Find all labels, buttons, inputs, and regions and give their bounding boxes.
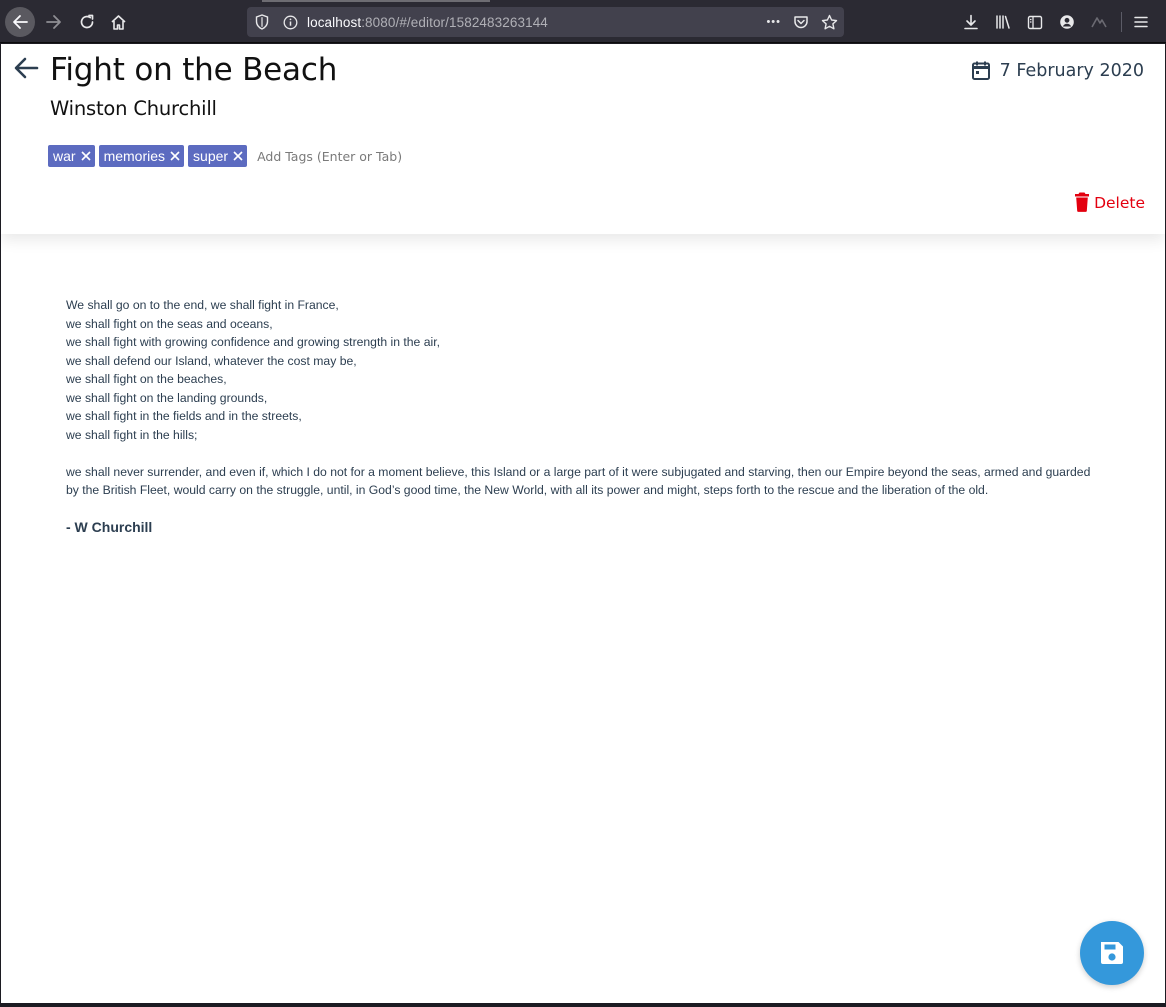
- tag-chip: super: [188, 145, 248, 167]
- verse-line: we shall fight on the seas and oceans,: [66, 316, 273, 331]
- url-bar[interactable]: localhost:8080/#/editor/1582483263144 ••…: [247, 7, 844, 37]
- window-frame-bottom: [0, 1003, 1166, 1007]
- tag-chip: war: [48, 145, 95, 167]
- arrow-left-icon[interactable]: [12, 54, 40, 82]
- verse-line: we shall fight in the fields and in the …: [66, 409, 302, 423]
- delete-label: Delete: [1094, 194, 1145, 212]
- url-host: localhost: [307, 14, 362, 30]
- close-icon[interactable]: [80, 151, 91, 161]
- editor-header: Fight on the Beach Winston Churchill 7 F…: [1, 44, 1165, 234]
- editor-content[interactable]: We shall go on to the end, we shall figh…: [66, 296, 1096, 536]
- back-icon[interactable]: [5, 7, 35, 37]
- url-path: :8080/#/editor/1582483263144: [361, 14, 548, 30]
- save-button[interactable]: [1080, 921, 1144, 985]
- verse-line: we shall fight on the landing grounds,: [66, 390, 268, 405]
- download-icon[interactable]: [955, 7, 987, 37]
- verse-line: we shall fight in the hills;: [66, 427, 198, 442]
- shield-icon[interactable]: [255, 14, 271, 30]
- calendar-icon: [971, 60, 991, 81]
- verse-line: we shall defend our Island, whatever the…: [66, 353, 357, 368]
- verse-line: we shall fight on the beaches,: [66, 372, 227, 386]
- account-icon[interactable]: [1051, 7, 1083, 37]
- reload-icon[interactable]: [72, 7, 102, 37]
- sidebar-icon[interactable]: [1019, 7, 1051, 37]
- add-tag-input[interactable]: [257, 145, 428, 167]
- library-icon[interactable]: [987, 7, 1019, 37]
- pocket-icon[interactable]: [793, 14, 809, 30]
- page-viewport: Fight on the Beach Winston Churchill 7 F…: [1, 44, 1165, 1003]
- toolbar-separator: [1121, 12, 1122, 32]
- signature: - W Churchill: [66, 518, 153, 535]
- forward-icon[interactable]: [39, 7, 69, 37]
- home-icon[interactable]: [103, 7, 133, 37]
- menu-icon[interactable]: [1125, 7, 1157, 37]
- paragraph: we shall never surrender, and even if, w…: [66, 464, 1091, 498]
- verse-line: we shall fight with growing confidence a…: [66, 335, 440, 349]
- info-icon[interactable]: [283, 15, 299, 30]
- active-tab-indicator: [262, 0, 490, 2]
- url-text: localhost:8080/#/editor/1582483263144: [307, 15, 548, 30]
- star-icon[interactable]: [821, 14, 838, 31]
- close-icon[interactable]: [233, 151, 243, 161]
- author-name[interactable]: Winston Churchill: [50, 97, 217, 120]
- browser-toolbar: localhost:8080/#/editor/1582483263144 ••…: [0, 0, 1166, 43]
- date-picker[interactable]: 7 February 2020: [971, 60, 1144, 81]
- close-icon[interactable]: [170, 151, 180, 161]
- tag-list: war memories super: [48, 145, 428, 167]
- tag-label: war: [53, 148, 76, 164]
- tag-label: memories: [103, 148, 166, 164]
- extension-icon[interactable]: [1083, 7, 1115, 37]
- page-actions-icon[interactable]: •••: [766, 16, 781, 28]
- date-text: 7 February 2020: [999, 60, 1144, 81]
- save-icon: [1098, 939, 1126, 967]
- tag-chip: memories: [98, 145, 185, 167]
- delete-button[interactable]: Delete: [1074, 192, 1145, 212]
- tag-label: super: [193, 148, 229, 164]
- page-title[interactable]: Fight on the Beach: [50, 52, 337, 88]
- verse-line: We shall go on to the end, we shall figh…: [66, 298, 339, 312]
- trash-icon: [1074, 192, 1090, 212]
